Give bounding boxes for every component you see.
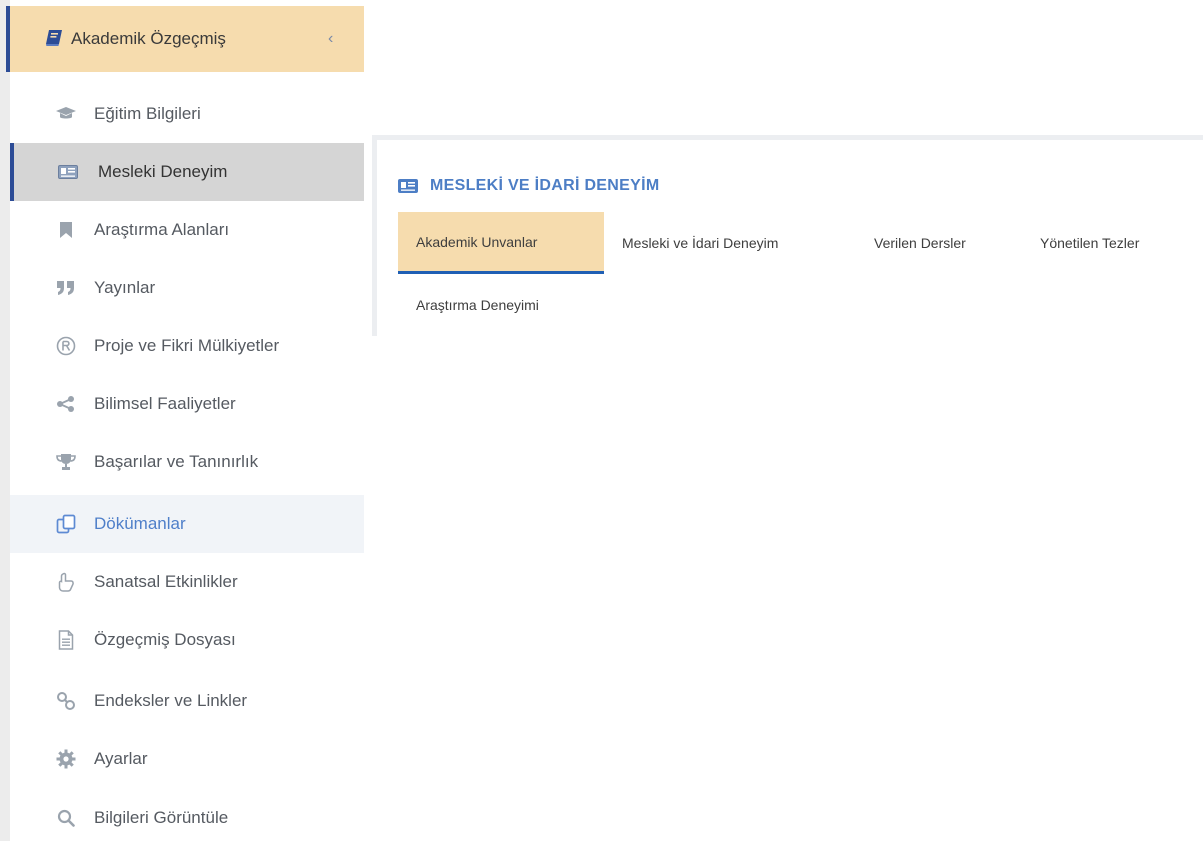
id-card-icon [58,162,78,182]
book-icon [44,29,64,47]
quote-icon [56,278,76,298]
tab-arastirma-deneyimi[interactable]: Araştırma Deneyimi [416,274,539,336]
tab-yonetilen-tezler[interactable]: Yönetilen Tezler [1040,212,1139,274]
sidebar-item-arastirma-alanlari[interactable]: Araştırma Alanları [10,201,364,259]
search-icon [56,808,76,828]
sidebar-item-dokumanlar[interactable]: Dökümanlar [10,495,364,553]
tab-label: Akademik Unvanlar [416,233,538,250]
bookmark-icon [56,220,76,240]
sidebar-item-label: Proje ve Fikri Mülkiyetler [94,336,280,355]
sidebar-item-label: Dökümanlar [94,514,186,533]
file-icon [56,630,76,650]
sidebar-item-label: Ayarlar [94,749,148,768]
trophy-icon [56,452,76,472]
sidebar-section-title: Akademik Özgeçmiş [71,29,226,48]
sidebar-item-label: Sanatsal Etkinlikler [94,572,238,591]
id-card-icon [398,179,418,193]
sidebar-item-label: Başarılar ve Tanınırlık [94,452,259,471]
sidebar-item-label: Araştırma Alanları [94,220,230,239]
content-top-border [372,135,1203,140]
tab-akademik-unvanlar[interactable]: Akademik Unvanlar [398,212,604,274]
sidebar-item-label: Endeksler ve Linkler [94,691,248,710]
hand-pointer-icon [56,572,76,592]
tab-mesleki-idari-deneyim[interactable]: Mesleki ve İdari Deneyim [622,212,778,274]
sidebar-item-sanatsal-etkinlikler[interactable]: Sanatsal Etkinlikler [10,553,364,611]
panel-title-text: MESLEKİ VE İDARİ DENEYİM [430,177,660,194]
active-indicator [10,143,14,201]
panel-title: MESLEKİ VE İDARİ DENEYİM [398,175,659,197]
sidebar-item-basarilar-taninirlik[interactable]: Başarılar ve Tanınırlık [10,433,364,491]
sidebar-item-label: Eğitim Bilgileri [94,104,201,123]
chevron-left-icon[interactable]: ‹ [328,30,333,48]
sidebar-section-header[interactable]: Akademik Özgeçmiş ‹ [6,6,364,72]
tab-label: Yönetilen Tezler [1040,235,1140,251]
gear-icon [56,749,76,769]
sidebar-item-ayarlar[interactable]: Ayarlar [10,730,364,788]
content-left-border [372,140,377,336]
sidebar-rail [0,0,10,841]
documents-icon [56,514,76,534]
graduation-cap-icon [56,104,76,124]
sidebar-item-bilgileri-goruntule[interactable]: Bilgileri Görüntüle [10,789,364,847]
link-icon [56,691,76,711]
sidebar-item-mesleki-deneyim[interactable]: Mesleki Deneyim [10,143,364,201]
sidebar-item-label: Bilgileri Görüntüle [94,808,229,827]
sidebar-item-bilimsel-faaliyetler[interactable]: Bilimsel Faaliyetler [10,375,364,433]
sidebar-item-label: Mesleki Deneyim [98,162,228,181]
tab-label: Araştırma Deneyimi [416,297,539,313]
sidebar-item-endeksler-linkler[interactable]: Endeksler ve Linkler [10,672,364,730]
sidebar-item-proje-fikri-mulkiyetler[interactable]: Proje ve Fikri Mülkiyetler [10,317,364,375]
share-icon [56,394,76,414]
tab-label: Mesleki ve İdari Deneyim [622,235,779,251]
tab-label: Verilen Dersler [874,235,966,251]
sidebar-item-egitim-bilgileri[interactable]: Eğitim Bilgileri [10,85,364,143]
sidebar-item-label: Yayınlar [94,278,156,297]
sidebar: Akademik Özgeçmiş ‹ Eğitim Bilgileri Mes… [0,0,364,841]
sidebar-item-label: Özgeçmiş Dosyası [94,630,236,649]
tab-verilen-dersler[interactable]: Verilen Dersler [874,212,966,274]
sidebar-item-ozgecmis-dosyasi[interactable]: Özgeçmiş Dosyası [10,611,364,669]
registered-icon [56,336,76,356]
sidebar-item-yayinlar[interactable]: Yayınlar [10,259,364,317]
sidebar-item-label: Bilimsel Faaliyetler [94,394,236,413]
